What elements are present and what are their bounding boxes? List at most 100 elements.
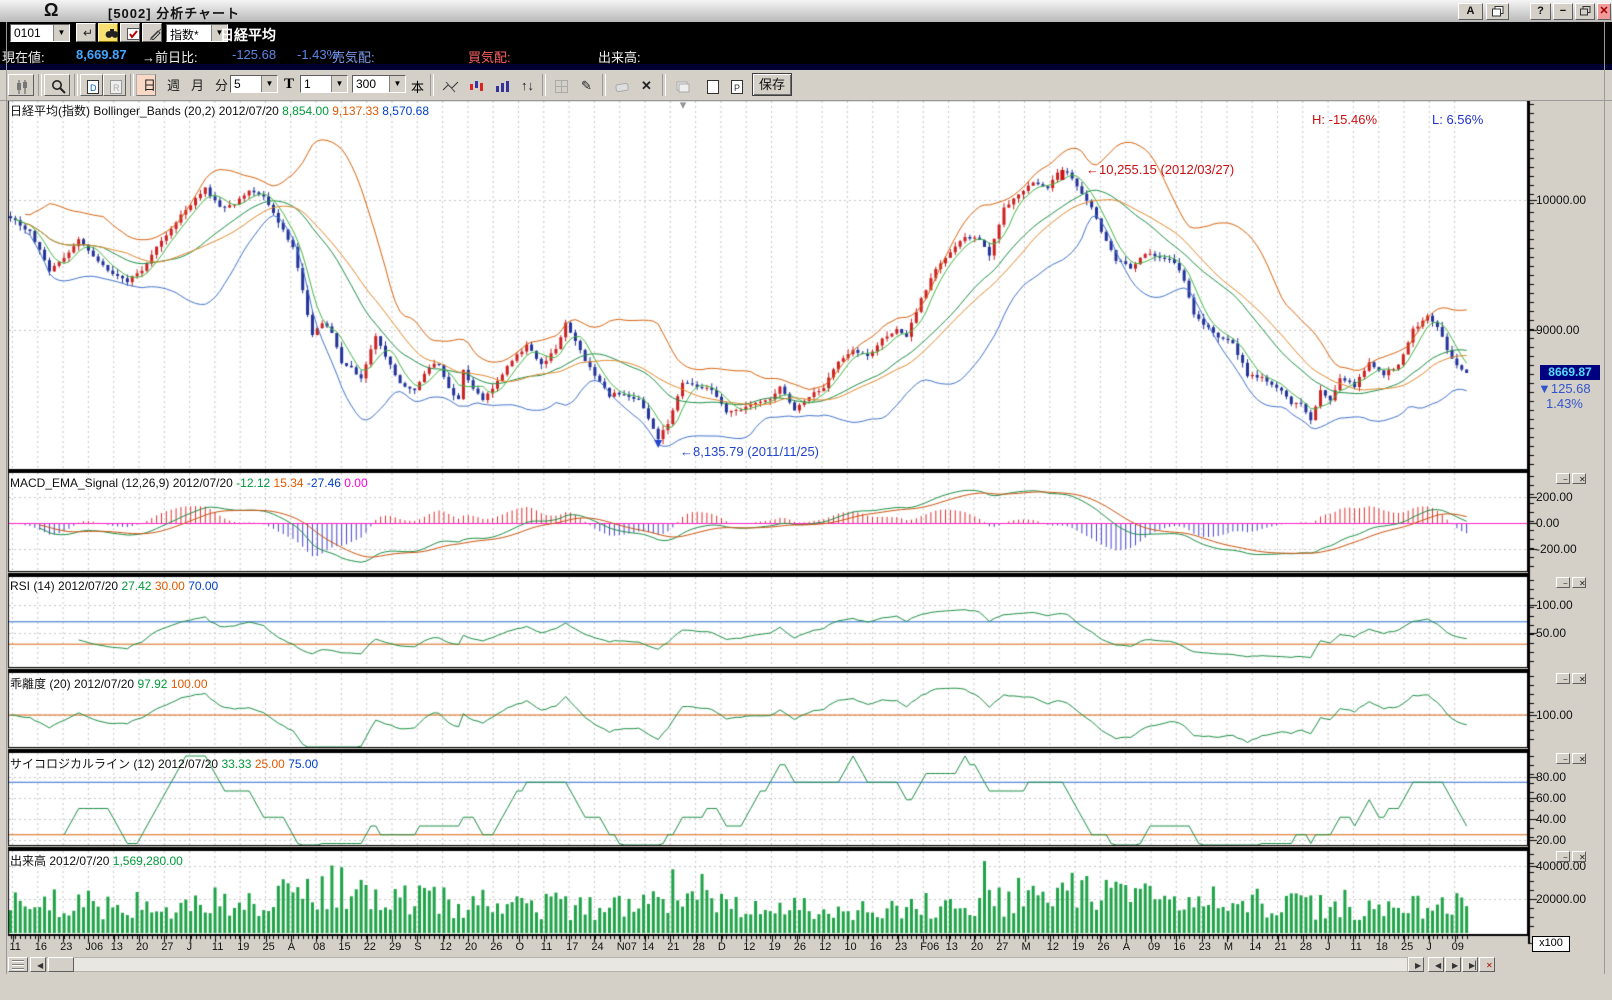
save-layout-button[interactable]: ▾ <box>668 74 698 112</box>
draw-tool-button[interactable] <box>142 23 162 42</box>
save-button[interactable]: 保存 <box>750 72 794 97</box>
chevron-down-icon[interactable]: ▼ <box>331 76 347 92</box>
t-label: T <box>284 76 295 92</box>
pencil-button[interactable]: ✎ <box>574 74 598 96</box>
restore-button[interactable] <box>1575 3 1595 20</box>
y-axis-label: 100.00 <box>1536 708 1573 722</box>
interval-select[interactable]: 5 ▼ <box>230 75 278 93</box>
x-axis-label: 22 <box>363 941 376 953</box>
chart-nav-button[interactable]: ▶▏ <box>1462 957 1481 972</box>
page-copy-button[interactable] <box>700 74 723 96</box>
x-axis-label: 28 <box>692 941 705 953</box>
title-bar[interactable]: Ω [5002] 分析チャート A ? − ✕ <box>0 0 1612 23</box>
chevron-down-icon[interactable]: ▼ <box>53 25 69 41</box>
change-value: -125.68 <box>232 47 277 62</box>
y-axis-label: 80.00 <box>1536 770 1567 784</box>
symbol-code-input[interactable]: 0101 ▼ <box>10 24 70 42</box>
x-axis-label: 12 <box>819 941 832 953</box>
x-axis-label: 20 <box>136 941 149 953</box>
rsi-panel-header: RSI (14) 2012/07/20 27.42 30.00 70.00 <box>10 579 219 593</box>
red-blue-bars-icon <box>470 81 483 92</box>
restore-icon <box>1579 6 1590 16</box>
period-month-toggle[interactable]: 月 <box>184 74 204 96</box>
x-axis-label: 09 <box>1451 941 1464 953</box>
last-price-pct: 1.43% <box>1546 396 1583 411</box>
x-axis-label: 29 <box>389 941 402 953</box>
close-button[interactable]: ✕ <box>1597 3 1611 20</box>
macd-panel-header: MACD_EMA_Signal (12,26,9) 2012/07/20 -12… <box>10 476 368 490</box>
chart-canvas[interactable] <box>0 0 1612 1000</box>
page-p-icon: P <box>731 79 743 94</box>
page-restore-button[interactable]: R <box>103 74 126 96</box>
x-axis-label: 11 <box>9 941 21 953</box>
x-axis-label: 08 <box>313 941 326 953</box>
panel-close-button[interactable]: ✕ <box>1572 577 1586 588</box>
x-axis-label: 25 <box>1401 941 1414 953</box>
enter-button[interactable]: ↵ <box>76 23 96 42</box>
page-gray-icon: R <box>110 79 122 94</box>
bars-select[interactable]: 300 ▼ <box>352 75 406 93</box>
chart-nav-button[interactable]: ◀ <box>1428 957 1444 972</box>
delete-drawings-button[interactable]: ✕ <box>634 74 658 96</box>
chevron-down-icon[interactable]: ▼ <box>389 76 405 92</box>
count-select[interactable]: 1 ▼ <box>300 75 348 93</box>
zoom-button[interactable] <box>44 74 70 96</box>
high-annotation: ←10,255.15 (2012/03/27) <box>1086 162 1235 177</box>
panel-minimize-button[interactable]: − <box>1556 473 1570 484</box>
x-axis-label: M <box>1223 941 1234 953</box>
help-button[interactable]: ? <box>1530 3 1551 20</box>
line-chart-type-button[interactable] <box>436 74 460 96</box>
scroll-right-button[interactable]: ▶ <box>1408 957 1424 972</box>
y-axis-label: -200.00 <box>1536 542 1577 556</box>
x-axis-label: O <box>515 941 525 953</box>
scroll-thumb[interactable] <box>48 957 74 972</box>
x-axis-label: 16 <box>34 941 48 953</box>
x-axis-label: F06 <box>920 941 940 953</box>
period-week-toggle[interactable]: 週 <box>160 74 180 96</box>
compare-candles-button[interactable] <box>8 74 34 96</box>
y-axis-label: 20.00 <box>1536 833 1567 847</box>
chevron-down-icon[interactable]: ▼ <box>261 76 277 92</box>
panel-close-button[interactable]: ✕ <box>1572 851 1586 862</box>
svg-text:P: P <box>734 83 740 93</box>
bar-chart-type-button[interactable] <box>488 74 512 96</box>
panel-minimize-button[interactable]: − <box>1556 851 1570 862</box>
panel-close-button[interactable]: ✕ <box>1572 673 1586 684</box>
candle-chart-type-button[interactable] <box>462 74 486 96</box>
scroll-track[interactable] <box>46 957 1408 972</box>
new-page-button[interactable]: D <box>80 74 103 96</box>
check-page-icon <box>127 27 140 40</box>
minimize-button[interactable]: − <box>1553 3 1573 20</box>
copy-window-button[interactable] <box>1486 3 1509 20</box>
eraser-button[interactable] <box>608 74 632 96</box>
panel-minimize-button[interactable]: − <box>1556 673 1570 684</box>
x-axis-label: J <box>186 941 193 953</box>
horizontal-scrollbar[interactable]: ◀ ▶ ◀ ▶ ▶▏ ✕ <box>0 956 1612 973</box>
x-axis-label: M <box>1021 941 1031 953</box>
category-select[interactable]: 指数* ▼ <box>166 24 228 42</box>
copy-icon <box>1491 5 1503 17</box>
scroll-left-button[interactable]: ◀ <box>30 957 46 972</box>
period-day-toggle[interactable]: 日 <box>136 74 156 96</box>
panel-close-button[interactable]: ✕ <box>1572 473 1586 484</box>
scroll-grip[interactable] <box>8 957 28 972</box>
x-axis-label: 21 <box>667 941 680 953</box>
panel-minimize-button[interactable]: − <box>1556 577 1570 588</box>
updown-arrows-button[interactable]: ↑↓ <box>514 74 538 96</box>
panel-minimize-button[interactable]: − <box>1556 753 1570 764</box>
search-binoculars-button[interactable] <box>98 23 119 42</box>
page-print-button[interactable]: P <box>724 74 747 96</box>
edit-list-button[interactable] <box>120 23 140 42</box>
x-axis-label: J <box>1325 941 1331 953</box>
font-button[interactable]: A <box>1458 3 1483 20</box>
panel-close-button[interactable]: ✕ <box>1572 753 1586 764</box>
x-axis-label: A <box>1122 941 1131 953</box>
chart-nav-button[interactable]: ▶ <box>1445 957 1461 972</box>
x-axis-label: 16 <box>1173 941 1186 953</box>
high-percent-readout: H: -15.46% <box>1312 112 1378 127</box>
x-axis-label: 27 <box>161 941 174 953</box>
chart-nav-button[interactable]: ✕ <box>1479 957 1495 972</box>
x-axis-label: 21 <box>1274 941 1287 953</box>
period-minute-toggle[interactable]: 分 <box>208 74 228 96</box>
grid-button[interactable] <box>548 74 572 96</box>
